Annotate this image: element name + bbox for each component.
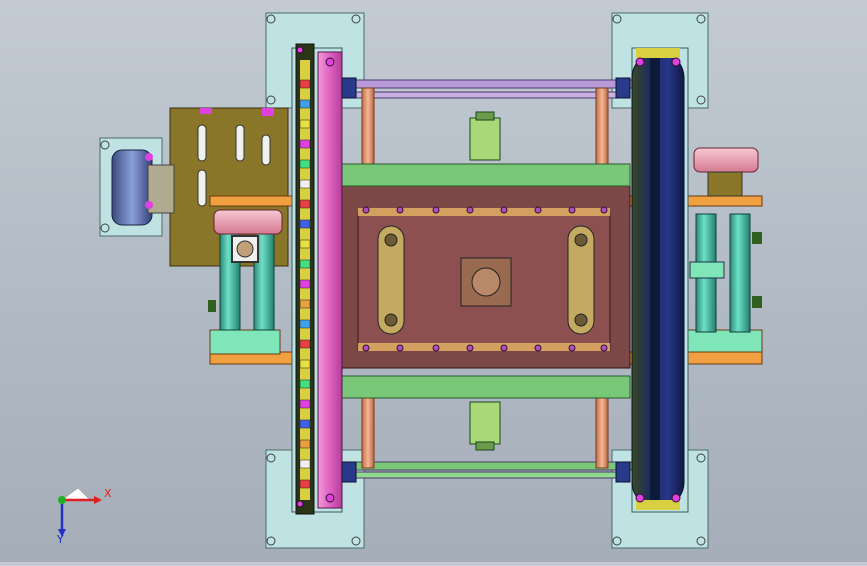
right-drive-motor: [693, 147, 759, 197]
y-axis-label: Y: [57, 533, 64, 546]
right-wheel: [631, 47, 689, 513]
left-drive-motor: [111, 149, 175, 226]
triad-plane: [61, 487, 91, 501]
x-axis-label: X: [104, 487, 112, 500]
assembly-drawing: [99, 12, 763, 549]
coordinate-triad: X Y: [40, 480, 120, 550]
cad-3d-viewport[interactable]: [0, 0, 867, 562]
chain-links: [299, 79, 311, 489]
left-wheel: [291, 43, 343, 515]
origin-marker: [58, 496, 66, 504]
left-cylinder-assembly: [208, 209, 283, 331]
central-body: [341, 185, 631, 369]
right-cylinder-assembly: [689, 213, 762, 333]
x-axis-arrowhead: [94, 496, 102, 504]
